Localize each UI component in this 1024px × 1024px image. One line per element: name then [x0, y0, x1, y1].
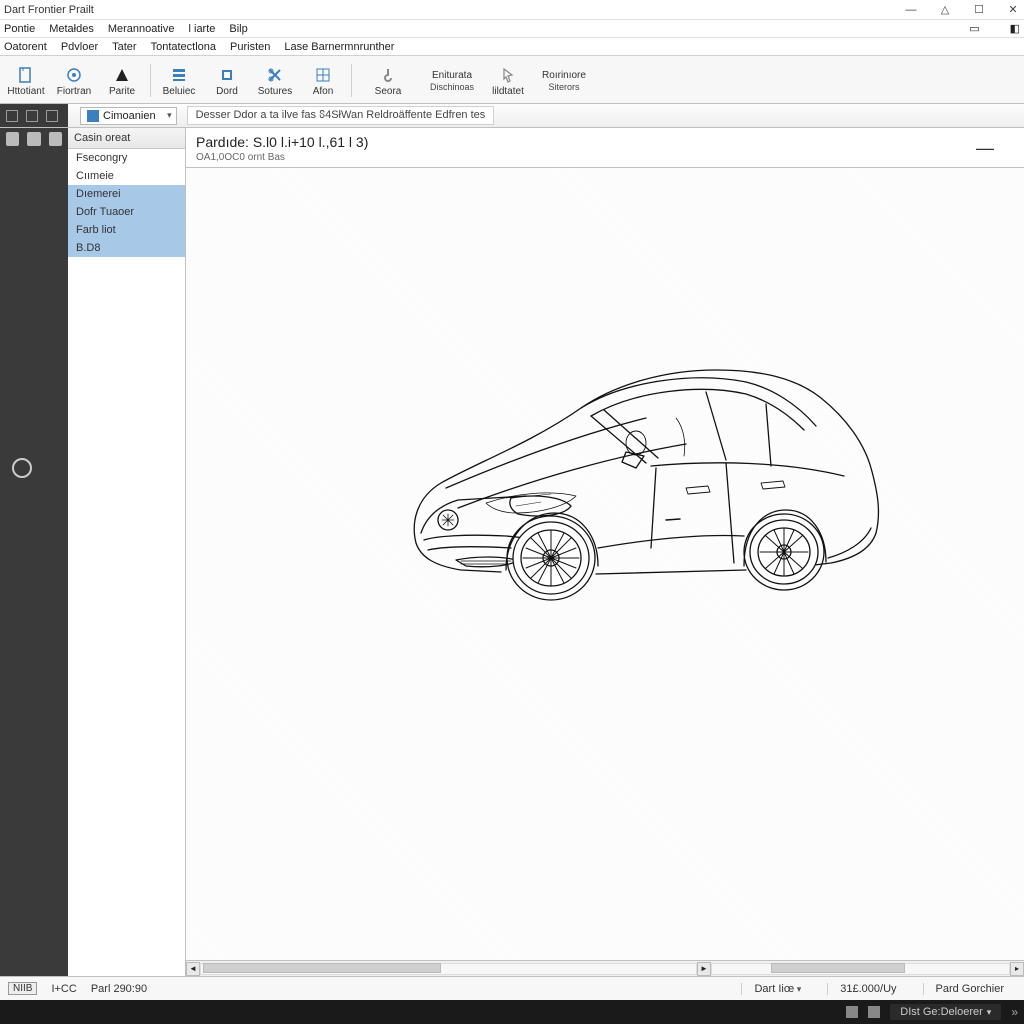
list-icon [169, 65, 189, 85]
tool-cursor[interactable]: lildtatet [484, 58, 532, 103]
menu-item[interactable]: Metałdes [49, 23, 94, 35]
menubar-1: Pontie Metałdes Merannoative l iarte Bil… [0, 20, 1024, 38]
status-chip: NIIB [8, 982, 37, 995]
tool-text1[interactable]: Eniturata Dischinoas [420, 58, 484, 103]
status-pard: Pard Gorchier [923, 983, 1016, 995]
menu-item[interactable]: Tater [112, 41, 136, 53]
toolbar-icon[interactable]: ▭ [969, 22, 979, 35]
box-icon [217, 65, 237, 85]
menu-item[interactable]: Lase Barnermnrunther [284, 41, 394, 53]
hook-icon [378, 65, 398, 85]
sidebar-item[interactable]: Dıemerei [68, 185, 185, 203]
body: Casin oreat Fsecongry Cıımeie Dıemerei D… [0, 128, 1024, 976]
menu-item[interactable]: Pontie [4, 23, 35, 35]
scroll-end-icon[interactable]: ▸ [1010, 962, 1024, 976]
side-icon[interactable] [49, 132, 62, 146]
sidebar-item[interactable]: Farb liot [68, 221, 185, 239]
tab-icon[interactable] [26, 110, 38, 122]
scroll-left-icon[interactable]: ◄ [186, 962, 200, 976]
window-controls: — △ ☐ ✕ [904, 3, 1020, 17]
menu-item[interactable]: Puristen [230, 41, 270, 53]
dark-sidebar [0, 128, 68, 976]
side-panel-header: Casin oreat [68, 128, 185, 149]
bell-icon[interactable]: △ [938, 3, 952, 17]
companion-desc: Desser Ddor a ta ilve fas ჽ4SłWan Reldro… [187, 106, 495, 125]
side-panel: Casin oreat Fsecongry Cıımeie Dıemerei D… [68, 128, 186, 976]
scroll-track-2[interactable] [711, 963, 1010, 975]
status-parl: Parl 290:90 [91, 983, 147, 995]
tray-icon[interactable] [846, 1006, 858, 1018]
close-icon[interactable]: ✕ [1006, 3, 1020, 17]
app-title: Dart Frontier Prailt [4, 4, 94, 16]
canvas[interactable] [186, 168, 1024, 960]
hscrollbar[interactable]: ◄ ► ▸ [186, 960, 1024, 976]
tool-hook[interactable]: Seora [356, 58, 420, 103]
menu-item[interactable]: Tontatectlona [151, 41, 216, 53]
side-icon[interactable] [27, 132, 40, 146]
page-icon [16, 65, 36, 85]
sidebar-item[interactable]: Cıımeie [68, 167, 185, 185]
tool-box[interactable]: Dord [203, 58, 251, 103]
taskbar: DIst Ge:Deloerer▾ » [0, 1000, 1024, 1024]
part-title: Pardıde: S.l0 l.i+10 l.,61 l 3) [196, 134, 368, 150]
tray-icon[interactable] [868, 1006, 880, 1018]
tab-icon[interactable] [6, 110, 18, 122]
companion-icon [87, 110, 99, 122]
target-icon [64, 65, 84, 85]
scroll-thumb[interactable] [771, 963, 905, 973]
companion-dropdown[interactable]: Cimoanien [80, 107, 177, 125]
part-subtitle: OA1,0OC0 ornt Bas [196, 152, 368, 163]
taskbar-button[interactable]: DIst Ge:Deloerer▾ [890, 1004, 1001, 1020]
menu-item[interactable]: Oatorent [4, 41, 47, 53]
main-header: Pardıde: S.l0 l.i+10 l.,61 l 3) OA1,0OC0… [186, 128, 1024, 168]
main-area: Pardıde: S.l0 l.i+10 l.,61 l 3) OA1,0OC0… [186, 128, 1024, 976]
status-dart[interactable]: Dart Iiœ [741, 983, 813, 995]
tool-text2[interactable]: Roırinıore Siterors [532, 58, 596, 103]
menu-item[interactable]: l iarte [189, 23, 216, 35]
triangle-icon [112, 65, 132, 85]
menu-item[interactable]: Merannoative [108, 23, 175, 35]
statusbar: NIIB I+CC Parl 290:90 Dart Iiœ 31£.000/U… [0, 976, 1024, 1000]
tool-page[interactable]: Httotiant [2, 58, 50, 103]
tool-list[interactable]: Beluiec [155, 58, 203, 103]
status-hcc: I+CC [51, 983, 76, 995]
side-icon[interactable] [6, 132, 19, 146]
toolbar-icon[interactable]: ◧ [1010, 22, 1020, 35]
subheader: Cimoanien Desser Ddor a ta ilve fas ჽ4Sł… [0, 104, 1024, 128]
tab-icon[interactable] [46, 110, 58, 122]
grid-icon [313, 65, 333, 85]
scissors-icon [265, 65, 285, 85]
menubar-2: Oatorent Pdvloer Tater Tontatectlona Pur… [0, 38, 1024, 56]
scroll-right-icon[interactable]: ► [697, 962, 711, 976]
titlebar: Dart Frontier Prailt — △ ☐ ✕ [0, 0, 1024, 20]
scroll-thumb[interactable] [203, 963, 441, 973]
menu-item[interactable]: Pdvloer [61, 41, 98, 53]
tray-chevron-icon[interactable]: » [1011, 1005, 1018, 1019]
scroll-track[interactable] [200, 963, 697, 975]
dark-tabs [0, 104, 68, 127]
sidebar-item[interactable]: Fsecongry [68, 149, 185, 167]
cursor-icon [498, 65, 518, 85]
tool-target[interactable]: Fiortran [50, 58, 98, 103]
status-val: 31£.000/Uy [827, 983, 908, 995]
collapse-icon[interactable]: — [976, 138, 994, 159]
minimize-icon[interactable]: — [904, 3, 918, 17]
knob-icon[interactable] [12, 458, 32, 478]
sidebar-item[interactable]: B.D8 [68, 239, 185, 257]
toolbar: Httotiant Fiortran Parite Beluiec Dord S… [0, 56, 1024, 104]
car-illustration [366, 348, 906, 628]
tool-triangle[interactable]: Parite [98, 58, 146, 103]
tool-ruler[interactable]: Afon [299, 58, 347, 103]
sidebar-item[interactable]: Dofr Tuaoer [68, 203, 185, 221]
maximize-icon[interactable]: ☐ [972, 3, 986, 17]
tool-layers[interactable]: Sotures [251, 58, 299, 103]
menu-item[interactable]: Bilp [229, 23, 247, 35]
